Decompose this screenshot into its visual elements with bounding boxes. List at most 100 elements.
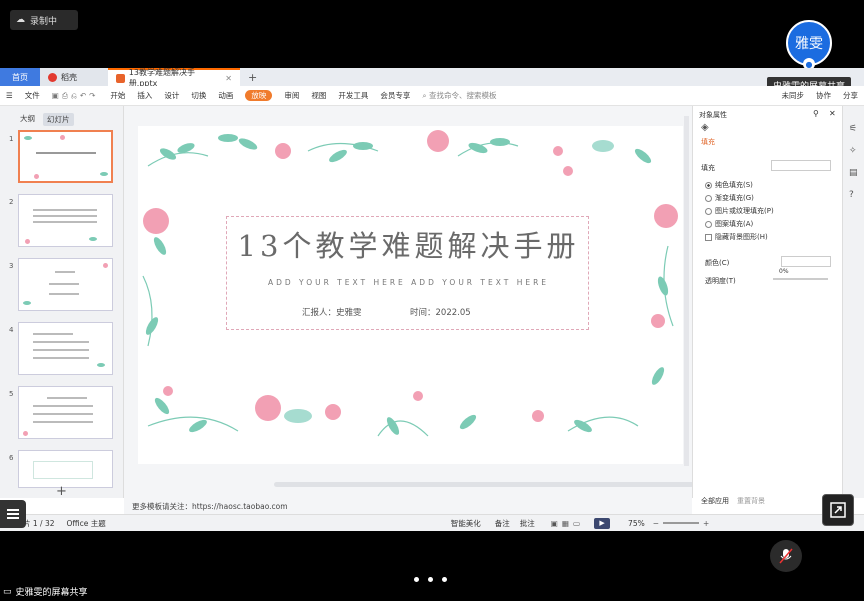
slide-thumb-4[interactable]: [18, 322, 113, 375]
reporter-text[interactable]: 汇报人：史雅雯: [302, 306, 362, 318]
slide-title[interactable]: 13个教学难题解决手册: [227, 223, 590, 265]
tab-outline[interactable]: 大纲: [20, 113, 35, 126]
search-icon: ⌕: [422, 91, 427, 100]
menu-design[interactable]: 设计: [158, 90, 185, 101]
zoom-in-icon[interactable]: +: [703, 519, 709, 528]
fill-bucket-icon[interactable]: ◈: [701, 122, 709, 133]
play-icon[interactable]: ▶: [594, 517, 611, 529]
checkbox-icon: [705, 233, 712, 241]
radio-icon: [705, 181, 712, 189]
option-solid[interactable]: 纯色填充(S): [705, 180, 753, 190]
notes-bar[interactable]: 更多模板请关注：https://haosc.taobao.com: [124, 498, 692, 514]
quick-tools-icons[interactable]: ▣⎙⎌↶↷: [46, 91, 105, 101]
menu-devtools[interactable]: 开发工具: [332, 90, 374, 101]
radio-icon: [705, 220, 712, 228]
comments-toggle[interactable]: 批注: [520, 518, 535, 529]
fill-tab[interactable]: 填充: [701, 137, 715, 147]
thumb-number: 3: [9, 262, 14, 270]
page-dot[interactable]: [442, 577, 447, 582]
tab-daoke-label: 稻壳: [61, 72, 77, 82]
status-bar: 幻灯片 1 / 32 Office 主题 智能美化 备注 批注 ▣▦▭ ▶ 75…: [0, 514, 864, 531]
view-mode-icons[interactable]: ▣▦▭: [551, 519, 584, 528]
slide-1[interactable]: 13个教学难题解决手册 ADD YOUR TEXT HERE ADD YOUR …: [138, 126, 683, 464]
page-indicator[interactable]: [414, 577, 447, 582]
menu-review[interactable]: 审阅: [278, 90, 305, 101]
vertical-scrollbar[interactable]: [684, 116, 689, 466]
list-icon[interactable]: [0, 500, 26, 528]
option-pattern[interactable]: 图案填充(A): [705, 219, 753, 229]
theme-name: Office 主题: [66, 518, 106, 528]
screen-share-icon: ▭: [3, 586, 12, 597]
tab-bar: 首页 稻壳 13教学难题解决手册.pptx ✕ +: [0, 68, 864, 88]
menu-start[interactable]: 开始: [104, 90, 131, 101]
zoom-out-icon[interactable]: −: [653, 519, 659, 528]
option-picture-label: 图片或纹理填充(P): [715, 207, 774, 215]
zoom-level[interactable]: 75%: [628, 519, 645, 528]
menu-transition[interactable]: 切换: [185, 90, 212, 101]
pin-icon[interactable]: ⚲: [813, 109, 819, 118]
menu-view[interactable]: 视图: [305, 90, 332, 101]
close-icon[interactable]: ✕: [225, 74, 232, 83]
recording-label: 录制中: [30, 16, 58, 27]
transparency-value: 0%: [779, 268, 789, 275]
close-panel-icon[interactable]: ✕: [829, 109, 836, 118]
page-dot[interactable]: [428, 577, 433, 582]
option-gradient[interactable]: 渐变填充(G): [705, 193, 754, 203]
hide-bg-label: 隐藏背景图形(H): [715, 233, 768, 241]
hide-bg-checkbox[interactable]: 隐藏背景图形(H): [705, 232, 768, 242]
slide-thumb-3[interactable]: [18, 258, 113, 311]
tab-daoke[interactable]: 稻壳: [40, 68, 108, 86]
fill-dropdown[interactable]: [771, 160, 831, 171]
slide-thumbnail-panel: 大纲 幻灯片 1 2 3 4 5 6 +: [0, 106, 124, 499]
menu-slideshow[interactable]: 放映: [245, 90, 273, 101]
notes-toggle[interactable]: 备注: [495, 518, 510, 529]
option-picture[interactable]: 图片或纹理填充(P): [705, 206, 774, 216]
menu-bar: ☰ 文件 ▣⎙⎌↶↷ 开始 插入 设计 切换 动画 放映 审阅 视图 开发工具 …: [0, 86, 864, 106]
slide-subtitle[interactable]: ADD YOUR TEXT HERE ADD YOUR TEXT HERE: [227, 278, 590, 287]
transparency-slider[interactable]: [773, 278, 828, 280]
daoke-icon: [48, 72, 57, 82]
horizontal-scrollbar[interactable]: [274, 482, 694, 487]
apply-all-button[interactable]: 全部应用: [701, 496, 729, 506]
help-icon[interactable]: ?: [849, 190, 854, 200]
title-textbox[interactable]: 13个教学难题解决手册 ADD YOUR TEXT HERE ADD YOUR …: [226, 216, 589, 330]
slide-thumb-1[interactable]: [18, 130, 113, 183]
collab-button[interactable]: 协作: [810, 90, 837, 101]
slide-thumb-6[interactable]: [18, 450, 113, 488]
cloud-icon: ☁: [16, 15, 25, 25]
meeting-screen: ☁ 录制中 雅雯 ● 首页 稻壳 13教学难题解决手册.pptx ✕ + 史雅雯…: [0, 0, 864, 601]
menu-member[interactable]: 会员专享: [374, 90, 416, 101]
sync-status[interactable]: 未同步: [776, 90, 811, 101]
search-command[interactable]: ⌕ 查找命令、搜索模板: [416, 90, 502, 101]
add-slide-button[interactable]: +: [56, 484, 67, 499]
tab-home[interactable]: 首页: [0, 68, 40, 86]
smart-beautify[interactable]: 智能美化: [451, 518, 481, 529]
tab-document[interactable]: 13教学难题解决手册.pptx ✕: [108, 68, 240, 88]
mute-mic-icon[interactable]: [770, 540, 802, 572]
radio-icon: [705, 194, 712, 202]
menu-insert[interactable]: 插入: [131, 90, 158, 101]
magic-icon[interactable]: ✧: [849, 146, 857, 156]
tab-slides[interactable]: 幻灯片: [43, 113, 74, 126]
time-text[interactable]: 时间：2022.05: [410, 306, 471, 318]
thumb-number: 6: [9, 454, 14, 462]
fullscreen-icon[interactable]: [822, 494, 854, 526]
zoom-slider[interactable]: [663, 522, 700, 524]
new-tab-button[interactable]: +: [240, 68, 265, 86]
share-button[interactable]: 分享: [837, 90, 864, 101]
page-dot[interactable]: [414, 577, 419, 582]
fill-section-label: 填充: [701, 164, 715, 172]
menu-animation[interactable]: 动画: [212, 90, 239, 101]
reset-bg-button[interactable]: 重置背景: [737, 496, 765, 506]
recording-badge[interactable]: ☁ 录制中: [10, 10, 78, 30]
color-picker[interactable]: [781, 256, 831, 267]
object-properties-panel: 对象属性 ⚲ ✕ ◈ 填充 填充 纯色填充(S) 渐变填充(G) 图片或纹理填充…: [692, 106, 842, 505]
ppt-icon: [116, 73, 125, 83]
hamburger-icon[interactable]: ☰: [0, 91, 19, 100]
layout-icon[interactable]: ▤: [849, 168, 858, 178]
slide-thumb-5[interactable]: [18, 386, 113, 439]
footer-share-text: 史雅雯的屏幕共享: [15, 588, 88, 598]
menu-file[interactable]: 文件: [19, 90, 46, 101]
properties-icon[interactable]: ⚟: [849, 124, 857, 134]
slide-thumb-2[interactable]: [18, 194, 113, 247]
